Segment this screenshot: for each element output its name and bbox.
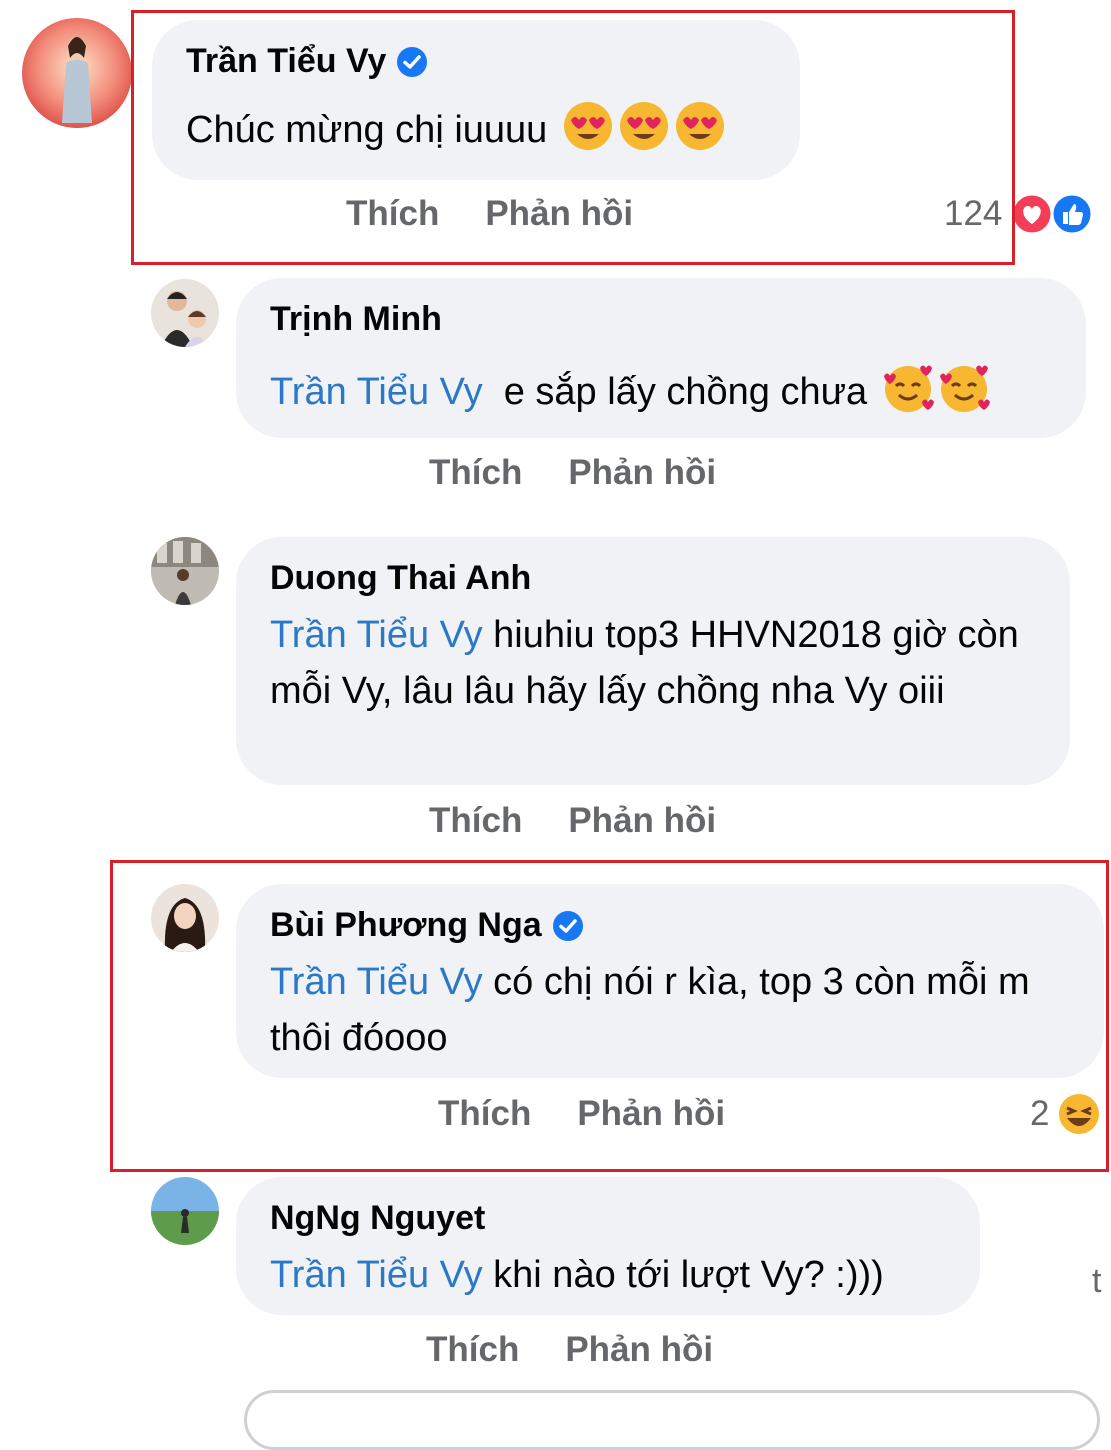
avatar-duong-thai-anh[interactable] — [151, 537, 219, 605]
comment-author[interactable]: Duong Thai Anh — [270, 559, 531, 598]
comment-actions: Thích Phản hồi — [346, 194, 679, 234]
reply-button[interactable]: Phản hồi — [565, 1330, 713, 1369]
comment-bubble: Trịnh Minh Trần Tiểu Vy e sắp lấy chồng … — [236, 278, 1086, 438]
comment-author[interactable]: Bùi Phương Nga — [270, 906, 584, 945]
like-button[interactable]: Thích — [426, 1330, 519, 1369]
reply-button[interactable]: Phản hồi — [568, 453, 716, 492]
comment-text: Trần Tiểu Vy có chị nói r kìa, top 3 còn… — [270, 961, 1030, 1059]
mention-link[interactable]: Trần Tiểu Vy — [270, 961, 483, 1003]
author-name[interactable]: Trịnh Minh — [270, 300, 442, 339]
avatar-image — [22, 18, 132, 128]
avatar-bui-phuong-nga[interactable] — [151, 884, 219, 952]
reply-button[interactable]: Phản hồi — [568, 801, 716, 840]
like-reaction-icon — [1050, 192, 1094, 236]
comment-text: Trần Tiểu Vy e sắp lấy chồng chưa — [270, 362, 990, 420]
author-name[interactable]: NgNg Nguyet — [270, 1199, 485, 1238]
comment-author[interactable]: Trịnh Minh — [270, 300, 442, 339]
comment-text: Trần Tiểu Vy khi nào tới lượt Vy? :))) — [270, 1254, 884, 1296]
comment-actions: Thích Phản hồi — [429, 801, 762, 841]
heart-eyes-emoji-icon — [563, 102, 612, 150]
author-name[interactable]: Bùi Phương Nga — [270, 906, 542, 945]
reaction-count: 124 — [944, 194, 1003, 233]
avatar-ngng-nguyet[interactable] — [151, 1177, 219, 1245]
heart-eyes-emoji-icon — [619, 102, 668, 150]
avatar-image — [151, 537, 219, 605]
avatar-tran-tieu-vy[interactable] — [22, 18, 132, 128]
avatar-trinh-minh[interactable] — [151, 279, 219, 347]
mention-link[interactable]: Trần Tiểu Vy — [270, 1254, 483, 1296]
comment-actions: Thích Phản hồi — [438, 1094, 771, 1134]
reaction-summary[interactable]: 124 — [944, 192, 1094, 236]
like-button[interactable]: Thích — [346, 194, 439, 233]
reply-button[interactable]: Phản hồi — [485, 194, 633, 233]
comment-author[interactable]: NgNg Nguyet — [270, 1199, 485, 1238]
like-button[interactable]: Thích — [429, 453, 522, 492]
comment-text: Chúc mừng chị iuuuu — [186, 100, 726, 158]
haha-reaction-icon — [1059, 1094, 1100, 1134]
avatar-image — [151, 279, 219, 347]
verified-badge-icon — [397, 46, 428, 77]
reaction-count: 2 — [1030, 1094, 1050, 1133]
love-reaction-icon — [1010, 192, 1054, 236]
comment-bubble: Trần Tiểu Vy Chúc mừng chị iuuuu — [152, 20, 800, 180]
mention-link[interactable]: Trần Tiểu Vy — [270, 614, 483, 656]
mention-link[interactable]: Trần Tiểu Vy — [270, 371, 483, 413]
reply-button[interactable]: Phản hồi — [577, 1094, 725, 1133]
comment-text: Trần Tiểu Vy hiuhiu top3 HHVN2018 giờ cò… — [270, 614, 1019, 712]
heart-eyes-emoji-icon — [675, 102, 724, 150]
comment-bubble: Bùi Phương Nga Trần Tiểu Vy có chị nói r… — [236, 884, 1104, 1078]
comment-bubble: NgNg Nguyet Trần Tiểu Vy khi nào tới lượ… — [236, 1177, 980, 1315]
verified-badge-icon — [552, 910, 583, 941]
like-button[interactable]: Thích — [438, 1094, 531, 1133]
author-name[interactable]: Duong Thai Anh — [270, 559, 531, 598]
reaction-summary[interactable]: 2 — [1030, 1092, 1101, 1136]
avatar-image — [151, 1177, 219, 1245]
comment-bubble: Duong Thai Anh Trần Tiểu Vy hiuhiu top3 … — [236, 537, 1070, 785]
like-button[interactable]: Thích — [429, 801, 522, 840]
comment-actions: Thích Phản hồi — [426, 1330, 759, 1370]
author-name[interactable]: Trần Tiểu Vy — [186, 42, 386, 81]
comment-author[interactable]: Trần Tiểu Vy — [186, 42, 428, 81]
edge-text: t — [1092, 1262, 1102, 1300]
avatar-image — [151, 884, 219, 952]
smiling-face-with-hearts-emoji-icon — [939, 365, 990, 412]
next-comment-bubble-partial — [244, 1390, 1100, 1450]
comment-actions: Thích Phản hồi — [429, 453, 762, 493]
smiling-face-with-hearts-emoji-icon — [883, 365, 934, 412]
